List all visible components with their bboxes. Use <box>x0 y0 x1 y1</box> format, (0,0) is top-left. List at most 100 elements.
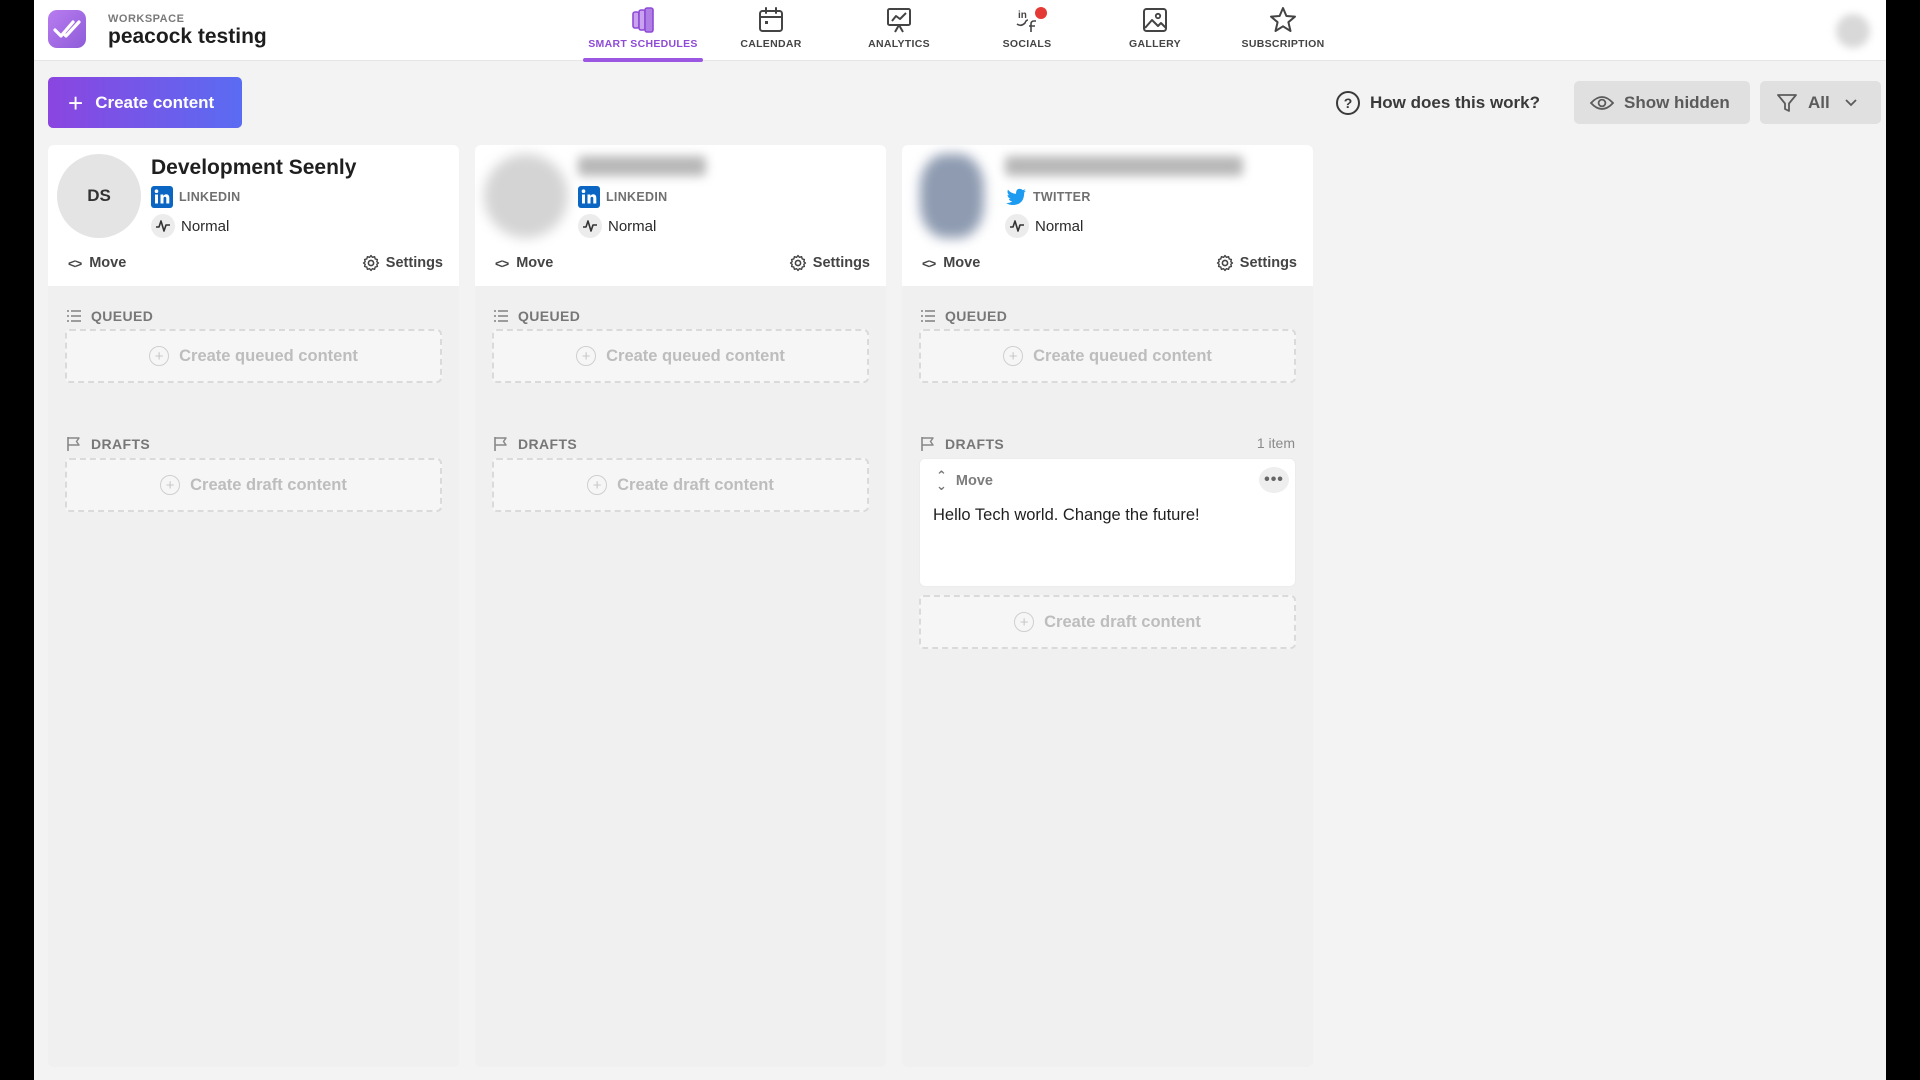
plus-icon: + <box>1003 346 1024 366</box>
move-label: Move <box>516 255 554 271</box>
create-draft-content-button[interactable]: + Create draft content <box>492 458 869 512</box>
create-draft-label: Create draft content <box>1044 612 1201 631</box>
column-move-handle[interactable]: <> Move <box>495 254 553 272</box>
column-move-handle[interactable]: <> Move <box>68 254 126 272</box>
column-move-handle[interactable]: <> Move <box>922 254 980 272</box>
create-draft-content-button[interactable]: + Create draft content <box>919 595 1296 649</box>
nav-subscription[interactable]: SUBSCRIPTION <box>1219 6 1347 58</box>
column-header: LINKEDIN Normal <> Move Settings <box>475 145 886 286</box>
draft-text: Hello Tech world. Change the future! <box>933 506 1200 524</box>
workspace-name[interactable]: peacock testing <box>108 25 267 49</box>
show-hidden-button[interactable]: Show hidden <box>1574 81 1750 124</box>
nav-label-smart-schedules: SMART SCHEDULES <box>588 38 698 50</box>
list-icon <box>494 310 508 322</box>
nav-socials[interactable]: in SOCIALS <box>963 6 1091 58</box>
nav-active-indicator <box>583 58 703 62</box>
drafts-label: DRAFTS <box>518 436 578 452</box>
help-label: How does this work? <box>1370 93 1541 112</box>
more-options-icon[interactable]: ••• <box>1259 467 1289 493</box>
filter-label: All <box>1808 92 1830 112</box>
settings-label: Settings <box>1239 255 1297 271</box>
create-draft-content-button[interactable]: + Create draft content <box>65 458 442 512</box>
status-label: Normal <box>608 217 657 235</box>
account-avatar[interactable] <box>484 154 568 238</box>
create-queued-content-button[interactable]: + Create queued content <box>65 329 442 383</box>
drafts-label: DRAFTS <box>945 436 1005 452</box>
drafts-section-label: DRAFTS <box>493 435 577 453</box>
schedule-column: DS Development Seenly LINKEDIN Normal <> <box>48 145 459 1067</box>
plus-icon: + <box>576 346 597 366</box>
question-icon: ? <box>1336 91 1360 115</box>
double-check-icon <box>53 20 81 38</box>
account-avatar[interactable]: DS <box>57 154 141 238</box>
nav-smart-schedules[interactable]: SMART SCHEDULES <box>579 6 707 62</box>
create-queued-label: Create queued content <box>1033 346 1212 365</box>
how-does-this-work-link[interactable]: ? How does this work? <box>1336 90 1540 116</box>
nav-label-gallery: GALLERY <box>1129 38 1181 50</box>
settings-label: Settings <box>385 255 443 271</box>
queued-section-label: QUEUED <box>920 307 1007 325</box>
drafts-count: 1 item <box>1256 435 1295 451</box>
nav-label-socials: SOCIALS <box>1002 38 1052 50</box>
filter-icon <box>1777 93 1797 112</box>
calendar-icon <box>759 7 783 32</box>
horizontal-arrows-icon: <> <box>922 255 936 271</box>
column-header: DS Development Seenly LINKEDIN Normal <> <box>48 145 459 286</box>
account-platform: TWITTER <box>1005 186 1091 208</box>
nav-label-subscription: SUBSCRIPTION <box>1241 38 1325 50</box>
platform-label: TWITTER <box>1033 190 1091 204</box>
linkedin-icon <box>151 186 173 208</box>
flag-icon <box>67 437 80 451</box>
nav-analytics[interactable]: ANALYTICS <box>835 6 963 58</box>
account-status: Normal <box>578 214 657 238</box>
list-icon <box>921 310 935 322</box>
plus-icon: + <box>160 475 181 495</box>
account-status: Normal <box>151 214 230 238</box>
create-queued-label: Create queued content <box>606 346 785 365</box>
plus-icon: + <box>68 87 84 118</box>
column-settings-button[interactable]: Settings <box>789 253 870 273</box>
status-label: Normal <box>181 217 230 235</box>
create-content-button[interactable]: + Create content <box>48 77 242 128</box>
linkedin-icon <box>578 186 600 208</box>
move-label: Move <box>89 255 127 271</box>
account-avatar[interactable] <box>920 154 984 238</box>
drafts-label: DRAFTS <box>91 436 151 452</box>
account-name-redacted <box>578 156 706 182</box>
flag-icon <box>921 437 934 451</box>
column-header: TWITTER Normal <> Move Settings <box>902 145 1313 286</box>
account-platform: LINKEDIN <box>151 186 240 208</box>
plus-icon: + <box>149 346 170 366</box>
chevron-down-icon <box>1845 98 1857 106</box>
smart-schedules-icon <box>632 7 654 33</box>
column-settings-button[interactable]: Settings <box>362 253 443 273</box>
queued-label: QUEUED <box>945 308 1008 324</box>
pulse-icon <box>151 214 175 238</box>
gallery-icon <box>1143 8 1167 32</box>
nav-calendar[interactable]: CALENDAR <box>707 6 835 58</box>
nav-gallery[interactable]: GALLERY <box>1091 6 1219 58</box>
schedule-column: LINKEDIN Normal <> Move Settings QUEUED … <box>475 145 886 1067</box>
gear-icon <box>362 254 379 272</box>
filter-dropdown[interactable]: All <box>1760 81 1881 124</box>
create-content-label: Create content <box>95 92 215 112</box>
workspace-label: WORKSPACE <box>108 13 185 25</box>
schedule-column: TWITTER Normal <> Move Settings QUEUED +… <box>902 145 1313 1067</box>
queued-section-label: QUEUED <box>66 307 153 325</box>
flag-icon <box>494 437 507 451</box>
twitter-icon <box>1006 188 1026 205</box>
column-settings-button[interactable]: Settings <box>1216 253 1297 273</box>
create-draft-label: Create draft content <box>617 475 774 494</box>
create-queued-content-button[interactable]: + Create queued content <box>919 329 1296 383</box>
create-queued-content-button[interactable]: + Create queued content <box>492 329 869 383</box>
draft-content-card[interactable]: ⌃ ⌄ Move ••• Hello Tech world. Change the… <box>919 458 1296 587</box>
horizontal-arrows-icon: <> <box>68 255 82 271</box>
plus-icon: + <box>1014 612 1035 632</box>
user-avatar[interactable] <box>1836 14 1870 48</box>
nav-label-calendar: CALENDAR <box>740 38 802 50</box>
app-logo[interactable] <box>48 10 86 48</box>
eye-icon <box>1590 95 1614 110</box>
horizontal-arrows-icon: <> <box>495 255 509 271</box>
show-hidden-label: Show hidden <box>1624 92 1730 112</box>
draft-move-handle[interactable]: ⌃ ⌄ Move <box>936 469 993 492</box>
